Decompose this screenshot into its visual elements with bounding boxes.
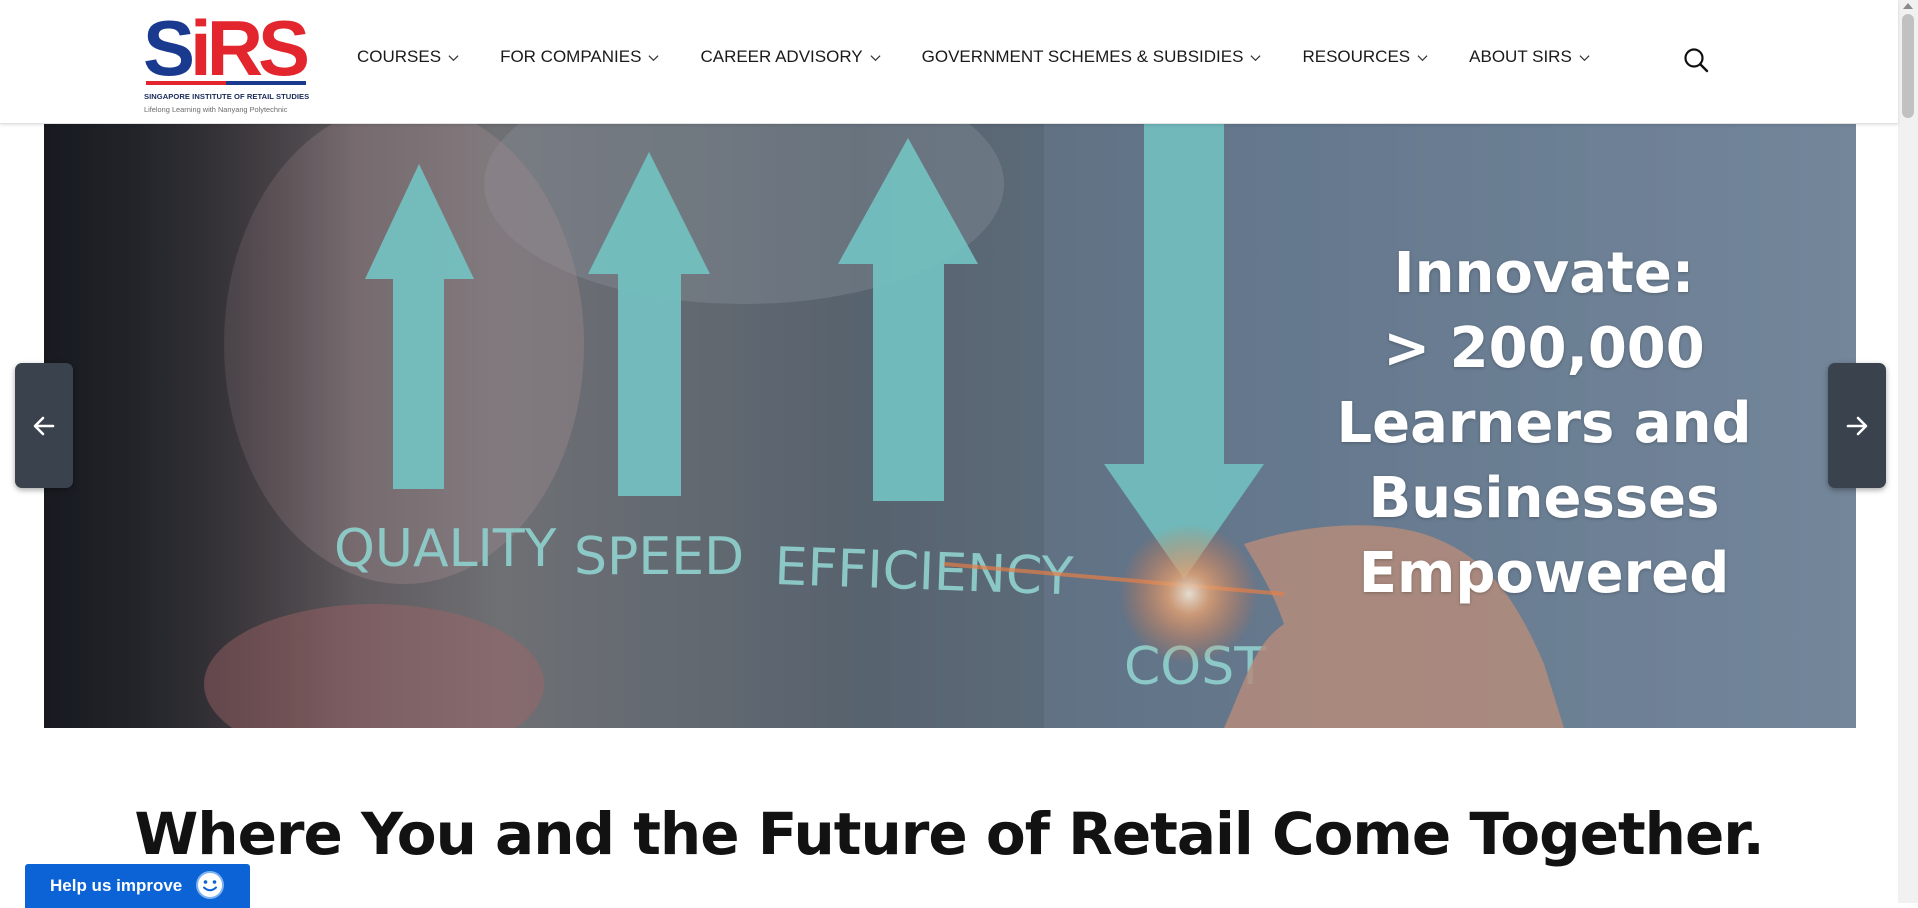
main-nav: COURSES FOR COMPANIES CAREER ADVISORY GO…: [357, 47, 1631, 67]
chevron-down-icon: [648, 54, 659, 61]
chevron-down-icon: [448, 54, 459, 61]
page-scrollbar[interactable]: [1898, 0, 1918, 903]
nav-government-schemes[interactable]: GOVERNMENT SCHEMES & SUBSIDIES: [922, 47, 1262, 67]
chevron-down-icon: [870, 54, 881, 61]
arrow-right-icon: [1846, 416, 1868, 435]
nav-label: CAREER ADVISORY: [700, 47, 863, 66]
nav-courses[interactable]: COURSES: [357, 47, 459, 67]
section-headline: Where You and the Future of Retail Come …: [134, 800, 1764, 868]
search-icon[interactable]: [1683, 47, 1709, 73]
logo-tagline: Lifelong Learning with Nanyang Polytechn…: [144, 105, 288, 114]
hero-line: Empowered: [1358, 541, 1730, 606]
nav-resources[interactable]: RESOURCES: [1302, 47, 1428, 67]
help-us-improve-button[interactable]: Help us improve: [25, 864, 250, 908]
hero-carousel: QUALITY SPEED EFFICIENCY COST Innovate: …: [44, 124, 1856, 728]
nav-about-sirs[interactable]: ABOUT SIRS: [1469, 47, 1590, 67]
scroll-up-arrow-icon[interactable]: [1903, 3, 1913, 9]
nav-label: COURSES: [357, 47, 442, 66]
nav-label: GOVERNMENT SCHEMES & SUBSIDIES: [921, 47, 1244, 66]
hero-line: Learners and: [1336, 391, 1752, 456]
carousel-next-button[interactable]: [1828, 363, 1886, 488]
nav-career-advisory[interactable]: CAREER ADVISORY: [700, 47, 881, 67]
chevron-down-icon: [1579, 54, 1590, 61]
scrollbar-thumb[interactable]: [1902, 14, 1914, 118]
nav-for-companies[interactable]: FOR COMPANIES: [500, 47, 659, 67]
logo-flag-stripe: [146, 81, 306, 85]
nav-label: ABOUT SIRS: [1469, 47, 1572, 66]
hero-headline: Innovate: > 200,000 Learners and Busines…: [1269, 236, 1819, 611]
nav-label: RESOURCES: [1302, 47, 1411, 66]
carousel-prev-button[interactable]: [15, 363, 73, 488]
arrow-left-icon: [33, 416, 55, 435]
site-header: SiRS SINGAPORE INSTITUTE OF RETAIL STUDI…: [0, 0, 1898, 124]
hero-line: > 200,000: [1383, 316, 1705, 381]
logo-mark: SiRS: [143, 4, 310, 92]
hero-line: Innovate:: [1393, 241, 1695, 306]
hero-line: Businesses: [1368, 466, 1720, 531]
chevron-down-icon: [1250, 54, 1261, 61]
sirs-logo[interactable]: SiRS SINGAPORE INSTITUTE OF RETAIL STUDI…: [143, 4, 313, 114]
logo-institute-name: SINGAPORE INSTITUTE OF RETAIL STUDIES: [144, 92, 310, 101]
feedback-label: Help us improve: [50, 876, 183, 895]
chevron-down-icon: [1417, 54, 1428, 61]
smiley-icon: [196, 871, 224, 899]
nav-label: FOR COMPANIES: [500, 47, 642, 66]
